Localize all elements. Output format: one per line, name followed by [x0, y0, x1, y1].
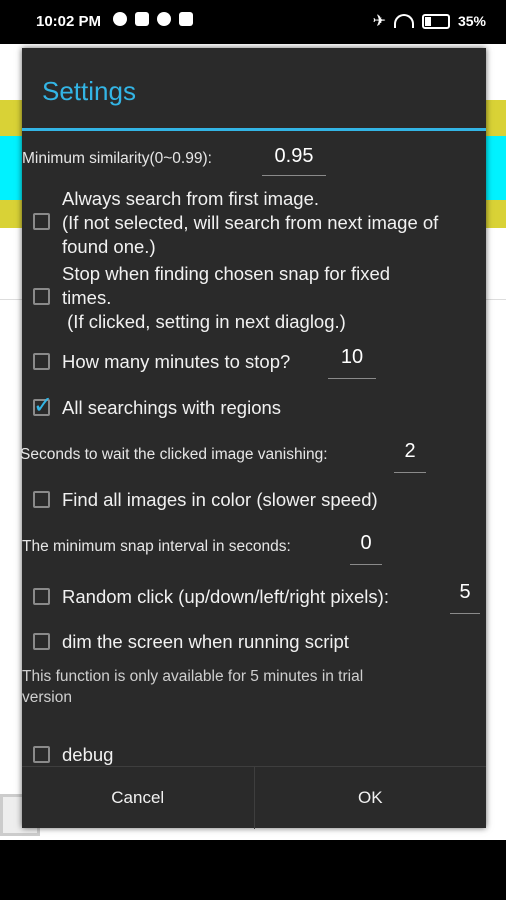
battery-percent: 35% [457, 13, 486, 29]
stop-chosen-label: Stop when finding chosen snap for fixed … [62, 262, 486, 334]
camera-icon [135, 12, 149, 26]
settings-dialog: Settings Minimum similarity(0~0.99): 0.9… [20, 48, 486, 829]
status-time: 10:02 PM [36, 13, 102, 30]
regions-checkbox[interactable]: ✓ [33, 392, 53, 419]
color-find-checkbox[interactable] [33, 491, 50, 508]
navigation-area [0, 840, 506, 900]
status-bar: 10:02 PM ✈ 35% [0, 0, 506, 44]
random-click-input[interactable]: 5 [450, 581, 480, 614]
dialog-buttons: Cancel OK [22, 766, 486, 829]
always-first-line: Always search from first image. [62, 188, 320, 209]
debug-label: debug [62, 744, 114, 765]
system-icons: ✈ 35% [373, 11, 486, 31]
ok-button[interactable]: OK [253, 767, 487, 829]
airplane-icon: ✈ [372, 13, 386, 30]
title-divider [22, 128, 486, 131]
cancel-button[interactable]: Cancel [22, 767, 254, 829]
record-icon [157, 12, 171, 26]
min-similarity-input[interactable]: 0.95 [262, 145, 326, 176]
trial-note: This function is only available for 5 mi… [22, 666, 363, 708]
stop-chosen-line: Stop when finding chosen snap for fixed [62, 263, 391, 284]
minutes-stop-checkbox[interactable] [33, 353, 50, 370]
min-similarity-label: Minimum similarity(0~0.99): [22, 150, 212, 167]
trial-note-line: This function is only available for 5 mi… [22, 668, 364, 685]
checkmark-icon: ✓ [33, 392, 54, 419]
notification-icons [113, 12, 193, 26]
no-sync-icon [113, 12, 127, 26]
stop-chosen-line: times. [62, 287, 112, 308]
battery-icon [421, 13, 450, 29]
always-first-line: found one.) [62, 236, 156, 257]
app-icon [179, 12, 193, 26]
trial-note-line: version [22, 689, 72, 706]
snap-interval-input[interactable]: 0 [350, 532, 382, 565]
regions-label: All searchings with regions [62, 397, 282, 418]
random-click-label: Random click (up/down/left/right pixels)… [62, 586, 389, 607]
stop-chosen-line: (If clicked, setting in next diaglog.) [62, 311, 346, 332]
dialog-title: Settings [42, 76, 136, 106]
stop-chosen-checkbox[interactable] [33, 288, 50, 305]
color-find-label: Find all images in color (slower speed) [62, 489, 378, 510]
wait-vanish-label: Seconds to wait the clicked image vanish… [20, 446, 328, 463]
wifi-icon [393, 14, 414, 28]
random-click-checkbox[interactable] [33, 588, 50, 605]
dim-screen-label: dim the screen when running script [62, 631, 349, 652]
wait-vanish-input[interactable]: 2 [394, 440, 426, 473]
snap-interval-label: The minimum snap interval in seconds: [22, 538, 291, 555]
dim-screen-checkbox[interactable] [33, 633, 50, 650]
debug-checkbox[interactable] [33, 746, 50, 763]
always-first-label: Always search from first image. (If not … [62, 187, 486, 259]
minutes-stop-label: How many minutes to stop? [62, 351, 291, 372]
minutes-stop-input[interactable]: 10 [328, 346, 376, 379]
always-first-line: (If not selected, will search from next … [62, 212, 439, 233]
always-first-checkbox[interactable] [33, 213, 50, 230]
